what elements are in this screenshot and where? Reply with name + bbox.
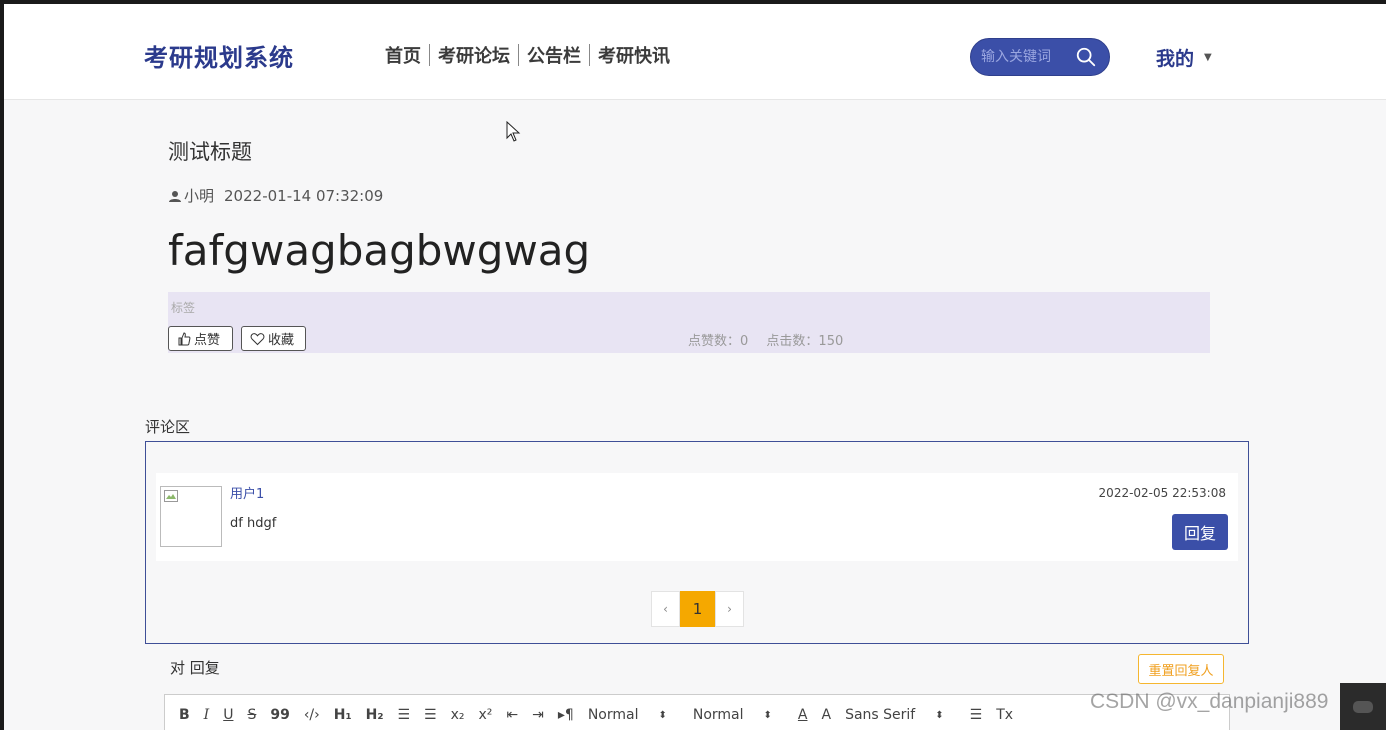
nav-divider — [518, 44, 519, 66]
like-button-label: 点赞 — [194, 333, 221, 348]
nav-item-home[interactable]: 首页 — [379, 42, 427, 68]
article-meta: 小明 2022-01-14 07:32:09 — [168, 185, 383, 206]
nav-item-news[interactable]: 考研快讯 — [592, 42, 676, 68]
bullet-list-icon[interactable]: ☰ — [424, 707, 437, 723]
click-count: 点击数：150 — [766, 334, 844, 349]
search-input[interactable] — [981, 49, 1071, 65]
reply-target-label: 对 回复 — [170, 659, 220, 677]
floating-corner-button[interactable] — [1340, 683, 1386, 730]
align-icon[interactable]: ☰ — [970, 707, 983, 723]
outdent-icon[interactable]: ⇤ — [506, 707, 518, 723]
header-2-button[interactable]: H₂ — [366, 707, 384, 723]
indent-icon[interactable]: ⇥ — [532, 707, 544, 723]
font-select[interactable]: Sans Serif ⬍ — [845, 707, 944, 723]
header-select[interactable]: Normal ⬍ — [693, 707, 772, 723]
italic-button[interactable]: I — [204, 707, 210, 723]
like-count: 点赞数：0 — [688, 334, 749, 349]
font-color-icon[interactable]: A — [798, 707, 808, 723]
comment-user[interactable]: 用户1 — [230, 483, 264, 502]
comments-heading: 评论区 — [145, 418, 191, 436]
search-icon[interactable] — [1075, 46, 1097, 68]
comment-text: df hdgf — [230, 516, 277, 531]
mouse-cursor-icon — [506, 121, 521, 142]
watermark: CSDN @vx_danpianji889 — [1090, 690, 1329, 713]
comment-time: 2022-02-05 22:53:08 — [1098, 486, 1226, 500]
updown-arrow-icon: ⬍ — [763, 709, 772, 721]
favorite-button-label: 收藏 — [268, 333, 295, 348]
article-date: 2022-01-14 07:32:09 — [224, 186, 384, 205]
article-action-bar: 标签 点赞 收藏 点赞数：0 点击数：150 — [168, 292, 1210, 353]
prev-page-button[interactable]: ‹ — [651, 591, 680, 627]
blockquote-button[interactable]: 99 — [270, 707, 289, 723]
superscript-button[interactable]: x² — [479, 707, 493, 723]
user-menu-label: 我的 — [1156, 48, 1195, 70]
font-select-value: Sans Serif — [845, 707, 916, 723]
updown-arrow-icon: ⬍ — [935, 709, 944, 721]
article-author: 小明 — [184, 187, 215, 205]
header-select-value: Normal — [692, 707, 744, 723]
heart-icon — [250, 332, 265, 345]
nav-divider — [429, 44, 430, 66]
ordered-list-icon[interactable]: ☰ — [397, 707, 410, 723]
reset-reply-button[interactable]: 重置回复人 — [1138, 654, 1224, 684]
window-frame-left — [0, 0, 4, 730]
updown-arrow-icon: ⬍ — [658, 709, 667, 721]
tag-label: 标签 — [171, 301, 196, 315]
main-nav: 首页 考研论坛 公告栏 考研快讯 — [379, 42, 676, 68]
header-1-button[interactable]: H₁ — [334, 707, 352, 723]
avatar — [160, 486, 222, 547]
article-content: fafgwagbagbwgwag — [168, 226, 591, 275]
bold-button[interactable]: B — [179, 707, 190, 723]
user-icon — [169, 190, 181, 202]
strike-button[interactable]: S — [247, 707, 256, 723]
scroll-icon — [1353, 700, 1373, 713]
nav-item-forum[interactable]: 考研论坛 — [432, 42, 516, 68]
broken-image-icon — [164, 490, 178, 502]
user-menu-dropdown[interactable]: 我的 ▼ — [1156, 44, 1212, 71]
nav-divider — [589, 44, 590, 66]
text-direction-icon[interactable]: ▸¶ — [558, 707, 574, 723]
next-page-button[interactable]: › — [715, 591, 744, 627]
reply-button[interactable]: 回复 — [1172, 514, 1228, 550]
brand-logo-text[interactable]: 考研规划系统 — [144, 38, 294, 73]
caret-down-icon: ▼ — [1204, 52, 1212, 63]
subscript-button[interactable]: x₂ — [451, 707, 465, 723]
nav-item-notice[interactable]: 公告栏 — [521, 42, 587, 68]
size-select[interactable]: Normal ⬍ — [588, 707, 667, 723]
background-color-icon[interactable]: A — [821, 707, 831, 723]
search-box — [970, 38, 1110, 76]
pagination: ‹ 1 › — [651, 591, 744, 627]
size-select-value: Normal — [587, 707, 639, 723]
clear-format-icon[interactable]: Tx — [996, 707, 1013, 723]
comments-section: 用户1 df hdgf 2022-02-05 22:53:08 回复 ‹ 1 › — [145, 441, 1249, 644]
thumbs-up-icon — [178, 331, 191, 345]
article-title: 测试标题 — [168, 140, 252, 164]
page-button-current[interactable]: 1 — [680, 591, 715, 627]
top-header: 考研规划系统 首页 考研论坛 公告栏 考研快讯 我的 ▼ — [4, 4, 1386, 100]
underline-button[interactable]: U — [223, 707, 233, 723]
editor-toolbar: B I U S 99 ‹/› H₁ H₂ ☰ ☰ x₂ x² ⇤ ⇥ ▸¶ No… — [164, 694, 1230, 730]
like-button[interactable]: 点赞 — [168, 326, 233, 351]
code-block-button[interactable]: ‹/› — [304, 707, 320, 723]
favorite-button[interactable]: 收藏 — [241, 326, 306, 351]
article-stats: 点赞数：0 点击数：150 — [688, 330, 857, 349]
comment-item: 用户1 df hdgf 2022-02-05 22:53:08 回复 — [156, 473, 1238, 561]
